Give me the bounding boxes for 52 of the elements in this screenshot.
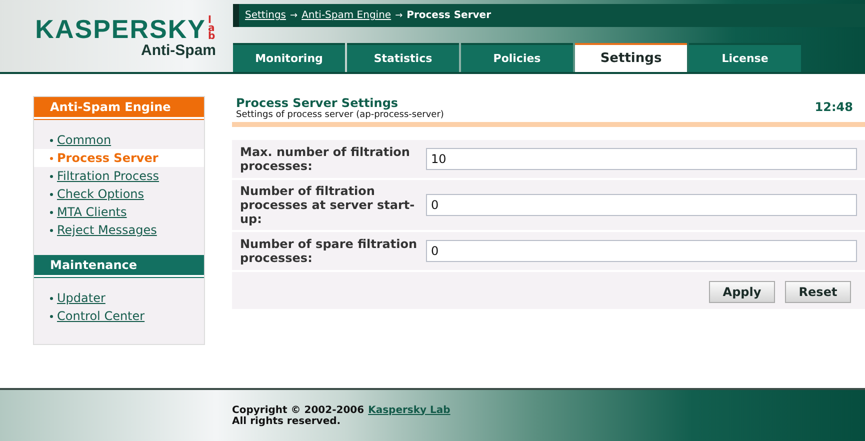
nav-tab[interactable]: Settings xyxy=(575,43,687,72)
sidebar-section-title: Maintenance xyxy=(34,255,204,277)
sidebar-item[interactable]: Reject Messages xyxy=(34,221,204,239)
sidebar-item-label: Control Center xyxy=(57,309,145,323)
bullet-icon xyxy=(50,296,53,300)
apply-button[interactable]: Apply xyxy=(709,281,775,303)
bullet-icon xyxy=(50,192,53,196)
sidebar-item-label: Filtration Process xyxy=(57,169,160,183)
sidebar-item[interactable]: Updater xyxy=(34,289,204,307)
page-subtitle: Settings of process server (ap-process-server) xyxy=(236,110,444,120)
nav-tab[interactable]: Policies xyxy=(461,43,573,72)
sidebar-item[interactable]: Filtration Process xyxy=(34,167,204,185)
company-link[interactable]: Kaspersky Lab xyxy=(368,404,450,416)
sidebar-item-label: Common xyxy=(57,133,112,147)
sidebar-section-title: Anti-Spam Engine xyxy=(34,97,204,119)
breadcrumb-arrow: → xyxy=(290,10,298,20)
sidebar-item-label: Updater xyxy=(57,291,106,305)
rights-text: All rights reserved. xyxy=(232,416,342,426)
field-label: Number of filtration processes at server start-up: xyxy=(240,184,416,226)
field-label: Number of spare filtration processes: xyxy=(240,237,418,265)
breadcrumb-current: Process Server xyxy=(406,10,491,21)
breadcrumb-arrow: → xyxy=(395,10,403,20)
bullet-icon xyxy=(50,156,53,160)
nav-tab[interactable]: Monitoring xyxy=(233,43,345,72)
sidebar-item[interactable]: MTA Clients xyxy=(34,203,204,221)
nav-tab[interactable]: Statistics xyxy=(347,43,459,72)
breadcrumb-link[interactable]: Settings xyxy=(245,10,286,21)
bullet-icon xyxy=(50,314,53,318)
bullet-icon xyxy=(50,138,53,142)
bullet-icon xyxy=(50,228,53,232)
page-title: Process Server Settings xyxy=(236,96,400,110)
sidebar-item-label: Reject Messages xyxy=(57,223,157,237)
copyright-text: Copyright © 2002-2006 xyxy=(232,404,364,416)
sidebar-item-label: Check Options xyxy=(57,187,144,201)
bullet-icon xyxy=(50,174,53,178)
sidebar-item-label: MTA Clients xyxy=(57,205,127,219)
clock-time: 12:48 xyxy=(814,100,853,114)
sidebar-item-label: Process Server xyxy=(57,151,158,165)
sidebar-item[interactable]: Common xyxy=(34,131,204,149)
input-field[interactable]: 10 xyxy=(426,148,857,170)
logo-text: KASPERSKY xyxy=(35,16,206,42)
nav-tab[interactable]: License xyxy=(689,43,801,72)
sidebar-item[interactable]: Check Options xyxy=(34,185,204,203)
sidebar-item[interactable]: Control Center xyxy=(34,307,204,325)
product-name: Anti-Spam xyxy=(141,42,216,59)
reset-button[interactable]: Reset xyxy=(785,281,851,303)
breadcrumb-link[interactable]: Anti-Spam Engine xyxy=(302,10,392,21)
input-field[interactable]: 0 xyxy=(426,240,857,262)
logo-lab-text: lab xyxy=(208,17,216,41)
input-field[interactable]: 0 xyxy=(426,194,857,216)
field-label: Max. number of filtration processes: xyxy=(240,145,411,173)
bullet-icon xyxy=(50,210,53,214)
